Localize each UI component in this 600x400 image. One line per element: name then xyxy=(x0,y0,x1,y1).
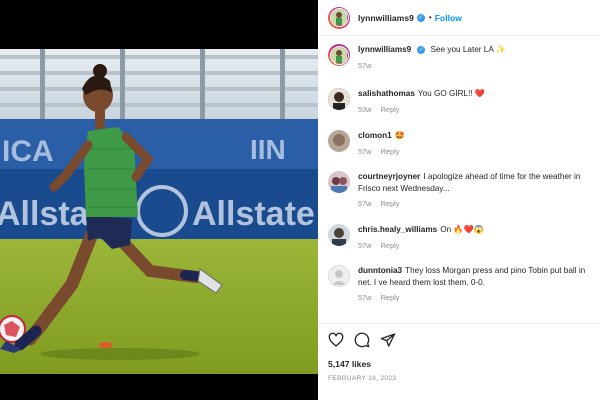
follow-button[interactable]: Follow xyxy=(435,13,462,23)
post-photo[interactable]: ICA IIN Allstate Allstate xyxy=(0,49,318,374)
post-header: lynnwilliams9 ✓ • Follow xyxy=(318,0,600,36)
comment-text: You GO GIRL!! ❤️ xyxy=(417,89,486,98)
share-icon[interactable] xyxy=(380,332,396,348)
heart-icon[interactable] xyxy=(328,332,344,348)
comment-text-continued: net. I ve heard them lost them. 0-0. xyxy=(358,278,485,287)
post-date: FEBRUARY 18, 2023 xyxy=(328,375,397,382)
reply-button[interactable]: Reply xyxy=(381,105,400,114)
soccer-player-image: ICA IIN Allstate Allstate xyxy=(0,49,318,374)
comment-username[interactable]: chris.healy_williams xyxy=(358,225,437,234)
comment-text: They loss Morgan press and pino Tobin pu… xyxy=(405,266,586,275)
banner-text-ica: ICA xyxy=(2,135,54,168)
comment-row: courtneyrjoyner I apologize ahead of time… xyxy=(328,171,600,210)
caption-avatar[interactable] xyxy=(328,44,350,66)
banner-text-right: IIN xyxy=(250,134,286,165)
reply-button[interactable]: Reply xyxy=(381,199,400,208)
caption-text: See you Later LA ✨ xyxy=(430,45,506,54)
separator-dot: • xyxy=(428,13,432,22)
post-detail-panel: lynnwilliams9 ✓ • Follow lynnwilliams9 ✓ … xyxy=(318,0,600,400)
comment-text: 🤩 xyxy=(394,131,405,140)
reply-button[interactable]: Reply xyxy=(381,241,400,250)
comment-row: chris.healy_williams On 🔥❤️😱 57w Reply xyxy=(328,224,600,252)
comment-username[interactable]: courtneyrjoyner xyxy=(358,172,420,181)
like-count[interactable]: 5,147 likes xyxy=(328,359,371,369)
comment-icon[interactable] xyxy=(354,332,370,348)
commenter-avatar[interactable] xyxy=(328,130,350,152)
caption-time: 57w xyxy=(358,61,372,70)
comment-time: 57w xyxy=(358,293,372,302)
commenter-avatar[interactable] xyxy=(328,265,350,287)
commenter-avatar[interactable] xyxy=(328,171,350,193)
author-username[interactable]: lynnwilliams9 xyxy=(358,13,414,23)
banner-text-allstate-right: Allstate xyxy=(192,195,315,233)
comment-time: 53w xyxy=(358,105,372,114)
post-actions-bar: 5,147 likes FEBRUARY 18, 2023 xyxy=(318,323,600,400)
comment-username[interactable]: clomon1 xyxy=(358,131,392,140)
comment-time: 57w xyxy=(358,241,372,250)
verified-icon: ✓ xyxy=(416,13,425,22)
comment-row: dunntonia3 They loss Morgan press and pin… xyxy=(328,265,600,304)
comment-username[interactable]: dunntonia3 xyxy=(358,266,402,275)
verified-icon: ✓ xyxy=(417,45,426,54)
comment-time: 57w xyxy=(358,147,372,156)
reply-button[interactable]: Reply xyxy=(381,293,400,302)
comment-row: salishathomas You GO GIRL!! ❤️ 53w Reply xyxy=(328,88,600,116)
comment-time: 57w xyxy=(358,199,372,208)
comment-text: On 🔥❤️😱 xyxy=(440,225,484,234)
commenter-avatar[interactable] xyxy=(328,224,350,246)
caption-username[interactable]: lynnwilliams9 xyxy=(358,45,411,54)
comment-thread[interactable]: lynnwilliams9 ✓ See you Later LA ✨ 57w sa… xyxy=(318,36,600,318)
post-media-area: ICA IIN Allstate Allstate xyxy=(0,0,318,400)
comment-username[interactable]: salishathomas xyxy=(358,89,415,98)
comment-row: clomon1 🤩 57w Reply xyxy=(328,130,600,158)
comment-text: I apologize ahead of time for the weathe… xyxy=(423,172,581,181)
reply-button[interactable]: Reply xyxy=(381,147,400,156)
author-avatar[interactable] xyxy=(328,6,350,29)
caption-row: lynnwilliams9 ✓ See you Later LA ✨ 57w xyxy=(328,44,600,72)
commenter-avatar[interactable] xyxy=(328,88,350,110)
comment-text-continued: Frisco next Wednesday... xyxy=(358,184,450,193)
